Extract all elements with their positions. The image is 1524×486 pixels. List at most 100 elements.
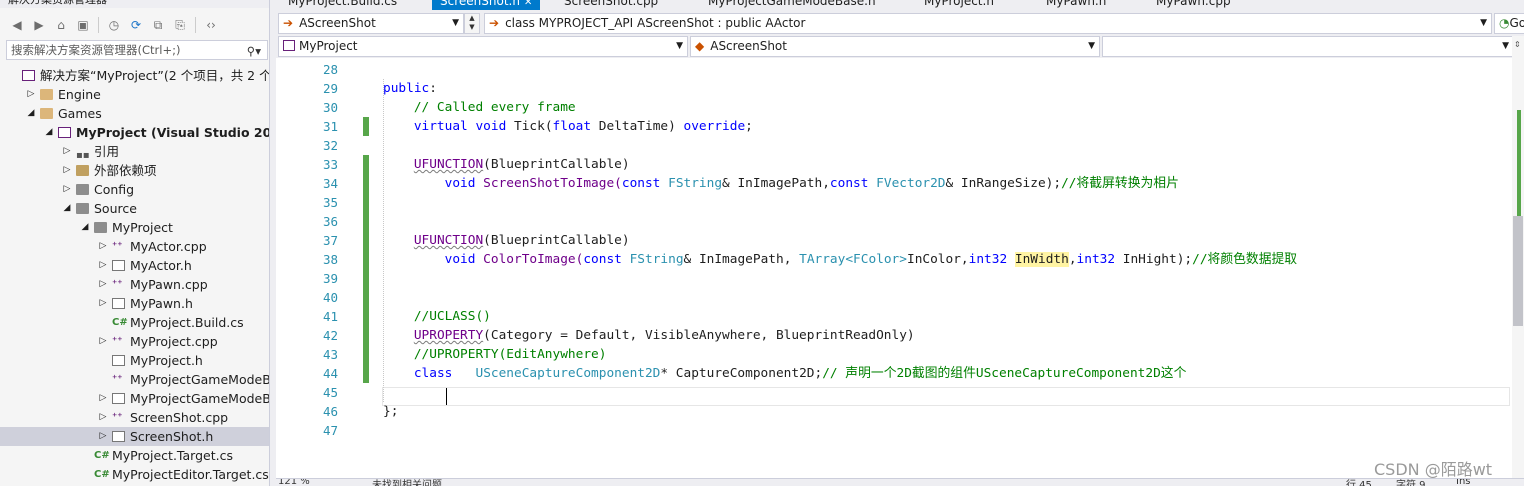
collapsed-arrow-icon[interactable]: ▷ [98, 294, 108, 313]
expanded-arrow-icon[interactable]: ◢ [62, 199, 72, 218]
code-line: }; [383, 402, 398, 421]
collapsed-arrow-icon[interactable]: ▷ [98, 332, 108, 351]
tree-item-label: Engine [58, 87, 101, 102]
split-icon[interactable]: ⇕ [1514, 40, 1521, 49]
tree-item[interactable]: ▷ ⁺⁺ MyProject.cpp [0, 332, 269, 351]
tree-item[interactable]: ▷ MyPawn.h [0, 294, 269, 313]
collapsed-arrow-icon[interactable]: ▷ [98, 275, 108, 294]
search-icon[interactable]: ⚲▾ [247, 42, 261, 60]
show-all-files-icon[interactable]: ⎘ [171, 16, 189, 34]
tree-item[interactable]: ▷ ScreenShot.h [0, 427, 269, 446]
tree-item[interactable]: ◢ MyProject (Visual Studio 2017) [0, 123, 269, 142]
tree-item[interactable]: MyProject.h [0, 351, 269, 370]
code-token: FString [629, 252, 684, 267]
solution-tree: 解决方案“MyProject”(2 个项目，共 2 个) ▷ Engine ◢ Game… [0, 66, 269, 484]
project-combo[interactable]: MyProject ▼ [278, 36, 688, 57]
editor-status-bar: 121 % 未找到相关问题 行 45 字符 9 Ins [276, 478, 1524, 486]
collapsed-arrow-icon[interactable]: ▷ [98, 427, 108, 446]
tree-item[interactable]: C# MyProject.Build.cs [0, 313, 269, 332]
tree-item-label: MyPawn.cpp [130, 277, 208, 292]
expanded-arrow-icon[interactable]: ◢ [44, 123, 54, 142]
scrollbar-thumb[interactable] [1513, 216, 1523, 326]
cpp-file-icon: ⁺⁺ [112, 374, 123, 385]
code-token: & InImagePath, [722, 176, 830, 191]
forward-icon[interactable]: ▶ [30, 16, 48, 34]
close-icon[interactable]: ✕ [524, 0, 532, 8]
back-icon[interactable]: ◀ [8, 16, 26, 34]
tree-item-label: Config [94, 182, 135, 197]
filter-folder-icon [94, 222, 107, 233]
collapsed-arrow-icon[interactable]: ▷ [98, 408, 108, 427]
pending-changes-icon[interactable]: ◷ [105, 16, 123, 34]
tree-item[interactable]: ▷ Config [0, 180, 269, 199]
home-icon[interactable]: ⌂ [52, 16, 70, 34]
tree-item[interactable]: ▷ ▪▪ 引用 [0, 142, 269, 161]
code-token: InHight); [1115, 252, 1193, 267]
tab-screenshot-h[interactable]: ScreenShot.h ✕ [432, 0, 541, 10]
collapsed-arrow-icon[interactable]: ▷ [98, 389, 108, 408]
issues-status[interactable]: 未找到相关问题 [372, 479, 442, 486]
code-token: TArray<FColor> [799, 252, 907, 267]
code-token: int32 [968, 252, 1008, 267]
tab-myproject-build-cs[interactable]: MyProject.Build.cs [280, 0, 405, 10]
tab-myprojectgamemodebase-h[interactable]: MyProjectGameModeBase.h [700, 0, 884, 10]
tree-item[interactable]: ▷ MyProjectGameModeBa [0, 389, 269, 408]
collapsed-arrow-icon[interactable]: ▷ [62, 161, 72, 180]
tree-item[interactable]: ◢ MyProject [0, 218, 269, 237]
tab-label: ScreenShot.h [440, 0, 520, 8]
collapse-all-icon[interactable]: ⧉ [149, 16, 167, 34]
tree-item[interactable]: ▷ Engine [0, 85, 269, 104]
tab-mypawn-cpp[interactable]: MyPawn.cpp [1148, 0, 1239, 10]
scope-combo[interactable]: ◆ AScreenShot ▼ [690, 36, 1100, 57]
code-token: // Called every frame [383, 100, 576, 115]
code-editor[interactable]: 28 29 30 31 32 33 34 35 36 37 38 39 40 41 42 43 44 45 46 47… [276, 58, 1512, 478]
switch-views-icon[interactable]: ▣ [74, 16, 92, 34]
code-token: //UCLASS() [383, 309, 491, 324]
tree-item[interactable]: ⁺⁺ MyProjectGameModeBa [0, 370, 269, 389]
tree-item[interactable]: ▷ ⁺⁺ MyActor.cpp [0, 237, 269, 256]
tree-item[interactable]: ▷ MyActor.h [0, 256, 269, 275]
expanded-arrow-icon[interactable]: ◢ [80, 218, 90, 237]
collapsed-arrow-icon[interactable]: ▷ [26, 85, 36, 104]
cpp-file-icon: ⁺⁺ [112, 336, 123, 347]
nav-spinner[interactable]: ▲ ▼ [464, 13, 480, 34]
tree-item[interactable]: ▷ 外部依赖项 [0, 161, 269, 180]
code-line: //UPROPERTY(EditAnywhere) [383, 345, 607, 364]
tree-item[interactable]: 解决方案“MyProject”(2 个项目，共 2 个) [0, 66, 269, 85]
line-number: 34 [322, 176, 338, 191]
class-combo[interactable]: ➔ AScreenShot ▼ [278, 13, 464, 34]
tree-item[interactable]: C# MyProject.Target.cs [0, 446, 269, 465]
function-combo[interactable]: ▼ [1102, 36, 1514, 57]
go-icon: ◔ [1499, 16, 1510, 30]
tab-screenshot-cpp[interactable]: ScreenShot.cpp [556, 0, 666, 10]
solution-search-input[interactable]: 搜索解决方案资源管理器(Ctrl+;) ⚲▾ [6, 40, 268, 60]
solution-icon [22, 70, 35, 81]
member-combo[interactable]: ➔ class MYPROJECT_API AScreenShot : publi… [484, 13, 1492, 34]
tab-mypawn-h[interactable]: MyPawn.h [1038, 0, 1114, 10]
line-number: 47 [322, 423, 338, 438]
code-view-icon[interactable]: ‹› [202, 16, 220, 34]
code-token: void [444, 252, 476, 267]
toolbar-separator [98, 17, 99, 33]
tree-item[interactable]: ▷ ⁺⁺ MyPawn.cpp [0, 275, 269, 294]
sync-icon[interactable]: ⟳ [127, 16, 145, 34]
filter-folder-icon [76, 184, 89, 195]
vertical-scrollbar[interactable]: ⇕ [1512, 36, 1524, 482]
collapsed-arrow-icon[interactable]: ▷ [62, 180, 72, 199]
code-token: FVector2D [876, 176, 946, 191]
member-combo-value: class MYPROJECT_API AScreenShot : public… [505, 16, 806, 30]
tree-item[interactable]: ◢ Source [0, 199, 269, 218]
collapsed-arrow-icon[interactable]: ▷ [62, 142, 72, 161]
tree-item[interactable]: ◢ Games [0, 104, 269, 123]
collapsed-arrow-icon[interactable]: ▷ [98, 237, 108, 256]
zoom-level[interactable]: 121 % [278, 479, 310, 486]
collapsed-arrow-icon[interactable]: ▷ [98, 256, 108, 275]
expanded-arrow-icon[interactable]: ◢ [26, 104, 36, 123]
tree-item[interactable]: ▷ ⁺⁺ ScreenShot.cpp [0, 408, 269, 427]
watermark: CSDN @陌路wt [1374, 460, 1493, 479]
tree-item-label: MyPawn.h [130, 296, 193, 311]
go-button[interactable]: ◔Go [1494, 13, 1524, 34]
tree-item[interactable]: C# MyProjectEditor.Target.cs [0, 465, 269, 484]
tab-myproject-h[interactable]: MyProject.h [916, 0, 1002, 10]
code-token: (BlueprintCallable) [483, 157, 630, 172]
